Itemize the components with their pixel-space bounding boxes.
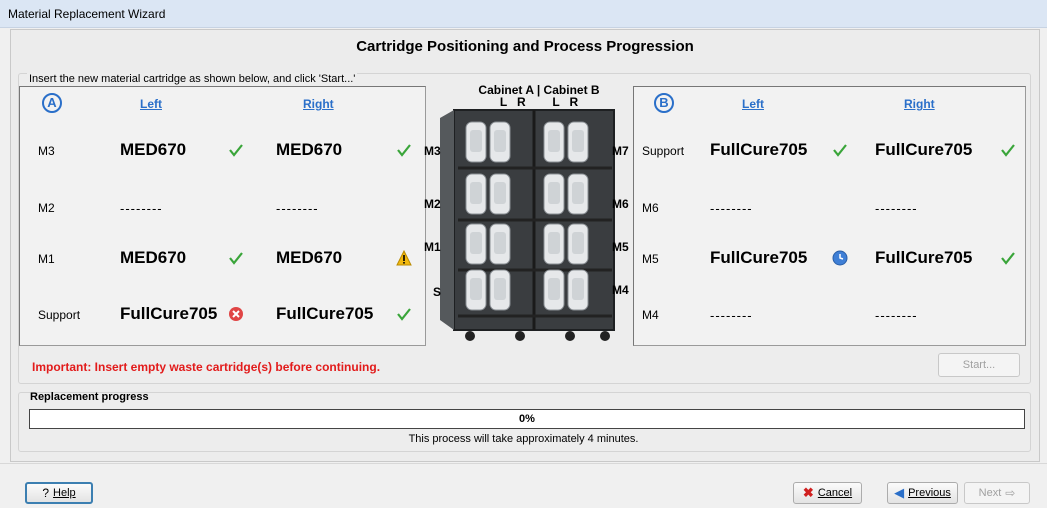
material-name: FullCure705 [120,304,218,323]
cabinet_b-row-label: M6 [642,201,659,215]
next-button[interactable]: Next ⇨ [964,482,1030,504]
cabinet-b-right-header: Right [904,97,935,111]
question-icon: ? [42,486,50,500]
cabinet-slot-label: M1 [424,240,441,254]
checkmark-icon [832,142,848,158]
cabinet-slot-label: M2 [424,197,441,211]
cabinet-slot-label: M6 [612,197,629,211]
waste-warning-text: Important: Insert empty waste cartridge(… [32,360,381,374]
warning-icon [396,249,412,266]
cabinet-b-badge: B [654,93,674,113]
progress-duration-note: This process will take approximately 4 m… [408,433,639,445]
help-button[interactable]: ? Help [25,482,93,504]
cabinet-a-left-header: Left [140,97,162,111]
material-name: MED670 [276,140,343,159]
next-label: Next [978,487,1002,499]
printer-cabinet-illustration [440,109,615,341]
checkmark-icon [1000,250,1016,266]
empty-slot-placeholder: -------- [875,201,918,216]
cabinet_b-row-label: M5 [642,252,659,266]
material-name: FullCure705 [875,140,973,159]
instruction-text: Insert the new material cartridge as sho… [27,73,358,85]
progress-percent: 0% [519,413,535,425]
material-name: MED670 [120,248,187,267]
help-label: Help [53,487,76,499]
cabinet_a-row-label: M2 [38,201,55,215]
material-name: FullCure705 [875,248,973,267]
arrow-left-icon: ◀ [894,485,905,500]
checkmark-icon [228,142,244,158]
cabinet-slot-label: M4 [612,283,629,297]
empty-slot-placeholder: -------- [710,308,753,323]
page-title: Cartridge Positioning and Process Progre… [356,38,694,55]
cabinet_b-row-label: Support [642,144,685,158]
cabinet-slot-label: M5 [612,240,629,254]
error-icon [228,306,244,322]
cabinet_b-row-label: M4 [642,308,659,322]
cancel-button[interactable]: ✖ Cancel [793,482,862,504]
material-name: FullCure705 [710,140,808,159]
material-name: FullCure705 [710,248,808,267]
cabinet-slot-label: M7 [612,144,629,158]
cabinet-b-panel: B Left Right Support FullCure705 FullCure7… [633,86,1026,346]
cabinet-a-panel: A Left Right M3 MED670 MED670 M2 -------- ---… [19,86,426,346]
cabinet-a-right-header: Right [303,97,334,111]
cabinet-a-badge: A [42,93,62,113]
checkmark-icon [228,250,244,266]
cabinet_a-row-label: M1 [38,252,55,266]
start-button[interactable]: Start... [938,353,1020,377]
progress-title: Replacement progress [30,391,149,403]
previous-label: Previous [908,487,951,499]
cabinet-lr-header: L R L R [499,95,579,109]
cabinet-slot-label: S [433,285,442,299]
clock-icon [832,250,848,266]
cabinet-slot-label: M3 [424,144,441,158]
cabinet_a-row-label: M3 [38,144,55,158]
cancel-x-icon: ✖ [802,485,814,500]
empty-slot-placeholder: -------- [875,308,918,323]
checkmark-icon [396,306,412,322]
cancel-label: Cancel [817,487,853,499]
window-title: Material Replacement Wizard [0,0,1047,28]
empty-slot-placeholder: -------- [276,201,319,216]
material-name: MED670 [120,140,187,159]
empty-slot-placeholder: -------- [710,201,753,216]
checkmark-icon [1000,142,1016,158]
progress-bar: 0% [29,409,1025,429]
empty-slot-placeholder: -------- [120,201,163,216]
previous-button[interactable]: ◀ Previous [887,482,958,504]
checkmark-icon [396,142,412,158]
arrow-right-icon: ⇨ [1005,486,1016,500]
wizard-footer: ? Help ✖ Cancel ◀ Previous Next ⇨ [0,463,1047,508]
material-name: FullCure705 [276,304,374,323]
cabinet_a-row-label: Support [38,308,81,322]
cabinet-b-left-header: Left [742,97,764,111]
material-name: MED670 [276,248,343,267]
